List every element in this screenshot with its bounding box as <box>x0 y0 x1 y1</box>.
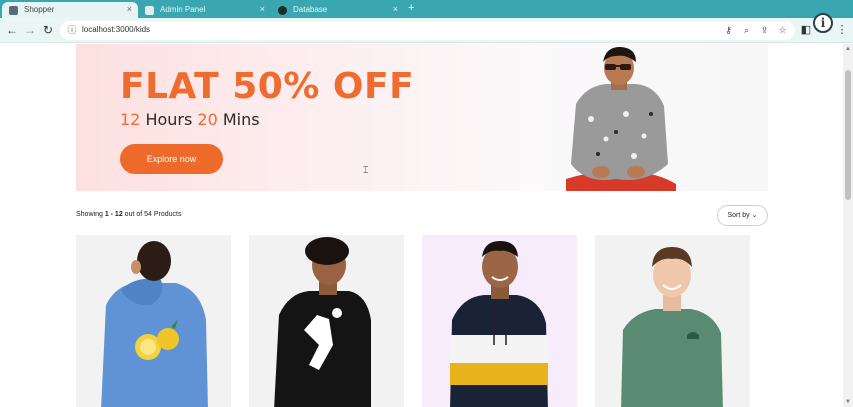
close-icon[interactable]: × <box>127 4 132 14</box>
browser-tab-strip: Shopper × Admin Panel × Database × + <box>0 0 853 18</box>
hours-value: 12 <box>120 110 141 129</box>
close-icon[interactable]: × <box>393 4 398 14</box>
banner-title: FLAT 50% OFF <box>120 66 415 107</box>
results-range: 1 - 12 <box>104 211 123 218</box>
mins-label: Mins <box>222 110 260 129</box>
results-suffix: out of 54 Products <box>124 211 182 218</box>
zoom-icon[interactable]: ⌕ <box>740 24 753 37</box>
back-arrow-icon[interactable]: ← <box>4 22 20 38</box>
forward-arrow-icon[interactable]: → <box>22 22 38 38</box>
url-text[interactable]: localhost:3000/kids <box>82 25 150 34</box>
close-icon[interactable]: × <box>260 4 265 14</box>
tab-title: Admin Panel <box>160 5 206 14</box>
banner-model-image <box>566 46 676 191</box>
chevron-down-icon: ⌄ <box>751 212 758 219</box>
hours-label: Hours <box>145 110 193 129</box>
tab-shopper[interactable]: Shopper × <box>2 2 138 18</box>
product-card[interactable] <box>595 235 750 407</box>
product-image <box>249 235 404 407</box>
scroll-down-arrow-icon[interactable]: ▼ <box>845 399 851 405</box>
info-icon[interactable]: i <box>813 13 833 33</box>
scrollbar-thumb[interactable] <box>845 70 851 200</box>
side-panel-icon[interactable]: ◧ <box>798 22 814 38</box>
new-tab-button[interactable]: + <box>408 2 414 14</box>
sort-by-label: Sort by <box>727 212 750 219</box>
bookmark-star-icon[interactable]: ☆ <box>776 24 789 37</box>
key-icon[interactable]: ⚷ <box>722 24 735 37</box>
mouse-cursor-icon: ⌶ <box>363 165 369 175</box>
site-info-icon[interactable]: ⓘ <box>66 24 78 36</box>
favicon-icon <box>278 6 287 15</box>
browser-toolbar: ← → ↻ ⓘ localhost:3000/kids ⚷ ⌕ ⇪ ☆ ◧ ⋮ <box>0 18 853 43</box>
product-image <box>422 235 577 407</box>
tab-title: Database <box>293 5 328 14</box>
showing-prefix: Showing <box>76 211 103 218</box>
mins-value: 20 <box>197 110 218 129</box>
page-content: FLAT 50% OFF 12 Hours 20 Mins Explore no… <box>0 44 843 407</box>
favicon-icon <box>9 6 18 15</box>
address-bar[interactable]: ⓘ localhost:3000/kids ⚷ ⌕ ⇪ ☆ <box>60 21 795 40</box>
results-count: Showing 1 - 12 out of 54 Products <box>76 211 182 218</box>
sort-by-dropdown[interactable]: Sort by ⌄ <box>717 205 768 226</box>
favicon-icon <box>145 6 154 15</box>
share-icon[interactable]: ⇪ <box>758 24 771 37</box>
promo-banner: FLAT 50% OFF 12 Hours 20 Mins Explore no… <box>76 44 768 191</box>
tab-admin-panel[interactable]: Admin Panel × <box>138 2 271 18</box>
product-image <box>76 235 231 407</box>
tab-title: Shopper <box>24 5 55 14</box>
banner-timer: 12 Hours 20 Mins <box>120 110 260 129</box>
tab-database[interactable]: Database × <box>271 2 404 18</box>
scroll-up-arrow-icon[interactable]: ▲ <box>845 46 851 52</box>
reload-icon[interactable]: ↻ <box>40 22 56 38</box>
menu-kebab-icon[interactable]: ⋮ <box>834 22 850 38</box>
product-card[interactable] <box>422 235 577 407</box>
product-image <box>595 235 750 407</box>
product-card[interactable] <box>76 235 231 407</box>
explore-now-button[interactable]: Explore now <box>120 144 223 174</box>
product-card[interactable] <box>249 235 404 407</box>
